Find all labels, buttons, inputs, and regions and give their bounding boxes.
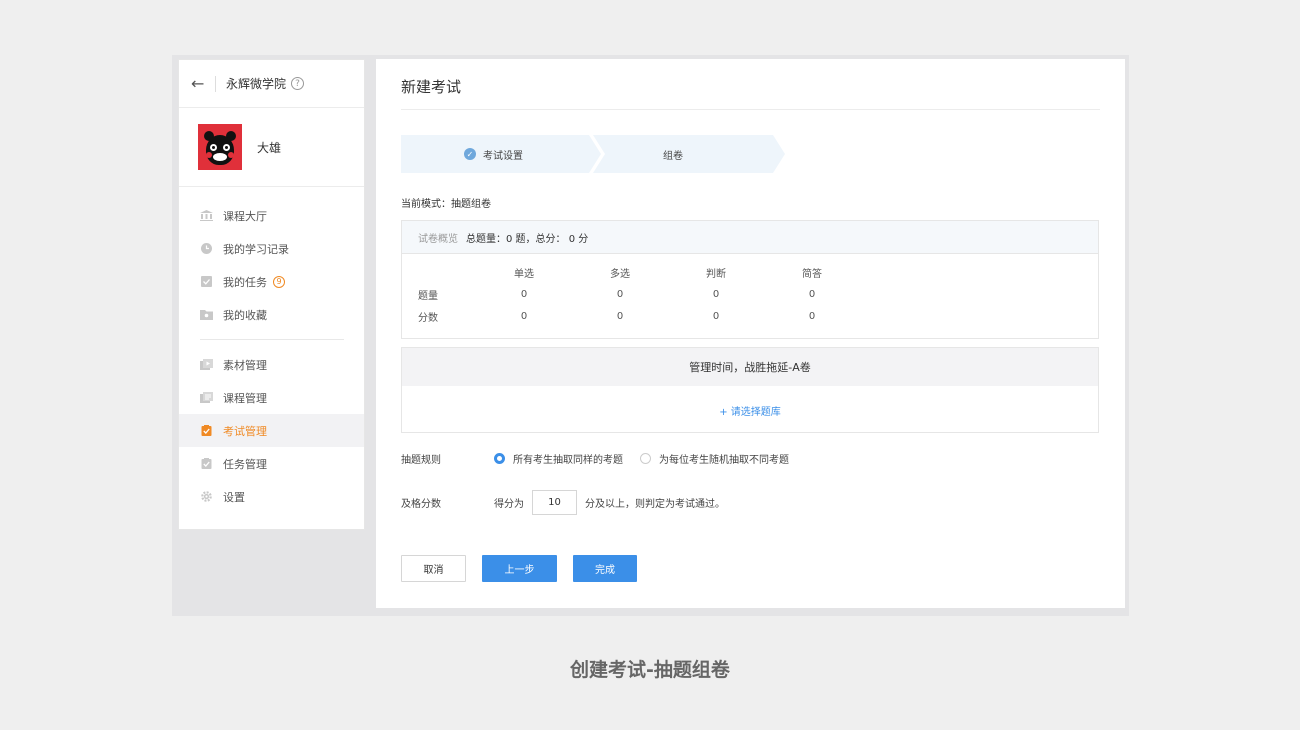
task-count-badge: 9 [273, 275, 285, 288]
gear-icon [201, 491, 212, 502]
nav-divider [200, 339, 344, 340]
main-panel: 新建考试 ✓ 考试设置 组卷 当前模式：抽题组卷 试卷概览 总题量：0 题，总分… [376, 59, 1125, 608]
sidebar-item-label: 任务管理 [223, 457, 267, 471]
page-title: 新建考试 [401, 78, 462, 96]
check-box-icon [201, 276, 212, 287]
sidebar-item-settings[interactable]: 设置 [179, 480, 364, 513]
sidebar-item-label: 设置 [223, 490, 245, 504]
cancel-button[interactable]: 取消 [401, 555, 466, 582]
overview-summary: 总题量：0 题，总分： 0 分 [466, 233, 589, 245]
bear-mouth [213, 153, 227, 161]
bear-cheek-right [228, 152, 234, 158]
course-icon [200, 392, 213, 403]
sidebar-nav: 课程大厅 我的学习记录 我的任务 9 我的收藏 素材管理 课程管理 考试管理 任… [179, 187, 364, 513]
step-exam-settings[interactable]: ✓ 考试设置 [401, 135, 601, 173]
pass-score-label: 及格分数 [401, 499, 441, 510]
media-icon [200, 359, 213, 370]
table-cell: 0 [520, 288, 528, 300]
step-label: 组卷 [663, 150, 683, 162]
overview-label: 试卷概览 [418, 233, 458, 245]
sidebar-item-materials[interactable]: 素材管理 [179, 348, 364, 381]
table-row: 分数 0 0 0 0 [402, 305, 1098, 327]
sidebar-item-course-hall[interactable]: 课程大厅 [179, 199, 364, 232]
pass-score-suffix: 分及以上，则判定为考试通过。 [585, 499, 725, 510]
choose-question-bank-link[interactable]: + 请选择题库 [402, 403, 1098, 418]
sidebar-item-learning-record[interactable]: 我的学习记录 [179, 232, 364, 265]
task-clipboard-icon [201, 458, 212, 469]
bear-eye-left [210, 144, 217, 151]
paper-overview: 试卷概览 总题量：0 题，总分： 0 分 单选 多选 判断 简答 题量 0 0 … [401, 220, 1099, 339]
pass-score-input[interactable] [532, 490, 577, 515]
radio-unselected-icon[interactable] [640, 453, 651, 464]
title-divider [401, 109, 1100, 110]
page-caption: 创建考试-抽题组卷 [570, 659, 730, 681]
radio-selected-icon[interactable] [494, 453, 505, 464]
clock-icon [201, 243, 212, 254]
table-cell: 0 [808, 310, 816, 322]
sidebar-header: ← 永辉微学院 ? [179, 60, 364, 108]
pass-score-prefix: 得分为 [494, 499, 524, 510]
sidebar-item-label: 考试管理 [223, 424, 267, 438]
radio-label: 所有考生抽取同样的考题 [513, 455, 623, 466]
header-divider [215, 75, 216, 92]
clipboard-icon [201, 425, 212, 436]
overview-header: 试卷概览 总题量：0 题，总分： 0 分 [402, 221, 1098, 254]
overview-header-row: 单选 多选 判断 简答 [402, 261, 1098, 283]
step-compose-paper[interactable]: 组卷 [593, 135, 785, 173]
bank-icon [200, 210, 213, 221]
sidebar-item-task-management[interactable]: 任务管理 [179, 447, 364, 480]
back-arrow-icon[interactable]: ← [191, 74, 211, 93]
table-cell: 0 [712, 310, 720, 322]
bear-face [206, 135, 234, 165]
sidebar-item-course-management[interactable]: 课程管理 [179, 381, 364, 414]
finish-button[interactable]: 完成 [573, 555, 637, 582]
paper-name: 管理时间，战胜拖延-A卷 [402, 348, 1098, 386]
current-mode: 当前模式：抽题组卷 [401, 199, 491, 210]
school-name: 永辉微学院 [226, 77, 287, 91]
step-indicator: ✓ 考试设置 组卷 [401, 135, 786, 173]
sidebar-item-label: 我的学习记录 [223, 242, 289, 256]
radio-random-questions[interactable]: 为每位考生随机抽取不同考题 [640, 451, 789, 466]
table-cell: 0 [616, 288, 624, 300]
table-row: 题量 0 0 0 0 [402, 283, 1098, 305]
column-header: 单选 [514, 268, 534, 280]
pass-score-row: 及格分数 得分为 分及以上，则判定为考试通过。 [401, 490, 725, 515]
check-circle-icon: ✓ [464, 148, 476, 160]
radio-label: 为每位考生随机抽取不同考题 [659, 455, 789, 466]
column-header: 判断 [706, 268, 726, 280]
column-header: 多选 [610, 268, 630, 280]
folder-icon [200, 310, 213, 320]
avatar[interactable] [198, 124, 242, 170]
sidebar-item-label: 我的任务 [223, 275, 267, 289]
previous-step-button[interactable]: 上一步 [482, 555, 557, 582]
sidebar-item-favorites[interactable]: 我的收藏 [179, 298, 364, 331]
sidebar-item-label: 素材管理 [223, 358, 267, 372]
row-label: 题量 [418, 290, 438, 302]
sidebar-item-exam-management[interactable]: 考试管理 [179, 414, 364, 447]
sidebar-item-label: 我的收藏 [223, 308, 267, 322]
sidebar-item-label: 课程大厅 [223, 209, 267, 223]
table-cell: 0 [808, 288, 816, 300]
paper-section: 管理时间，战胜拖延-A卷 + 请选择题库 [401, 347, 1099, 433]
draw-rule-row: 抽题规则 所有考生抽取同样的考题 为每位考生随机抽取不同考题 [401, 451, 806, 466]
bear-eye-right [223, 144, 230, 151]
radio-same-questions[interactable]: 所有考生抽取同样的考题 [494, 451, 623, 466]
step-label: 考试设置 [483, 150, 523, 162]
draw-rule-label: 抽题规则 [401, 455, 441, 466]
user-name: 大雄 [257, 140, 282, 155]
table-cell: 0 [520, 310, 528, 322]
sidebar: ← 永辉微学院 ? 大雄 课程大厅 我的学习记录 我的任务 9 我的收藏 素材管… [178, 59, 365, 530]
row-label: 分数 [418, 312, 438, 324]
user-profile: 大雄 [179, 108, 364, 187]
bear-cheek-left [206, 152, 212, 158]
sidebar-item-my-tasks[interactable]: 我的任务 9 [179, 265, 364, 298]
table-cell: 0 [616, 310, 624, 322]
overview-table: 单选 多选 判断 简答 题量 0 0 0 0 分数 0 0 0 0 [402, 261, 1098, 327]
help-icon[interactable]: ? [291, 77, 305, 90]
table-cell: 0 [712, 288, 720, 300]
column-header: 简答 [802, 268, 822, 280]
sidebar-item-label: 课程管理 [223, 391, 267, 405]
